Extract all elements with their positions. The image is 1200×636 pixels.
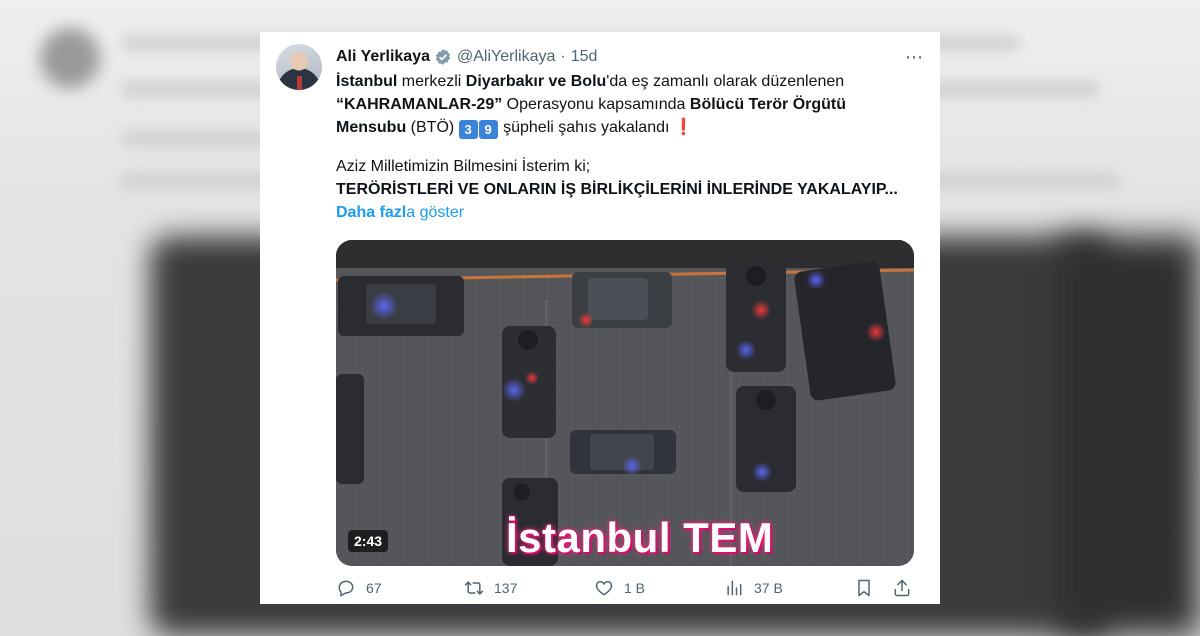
share-button[interactable] bbox=[892, 578, 922, 598]
keycap-three-emoji: 3 bbox=[458, 120, 478, 139]
vehicle bbox=[502, 326, 556, 438]
vehicle bbox=[570, 430, 676, 476]
views-icon bbox=[727, 580, 742, 596]
tweet-actions: 67 137 1 B 37 B bbox=[336, 578, 914, 604]
bookmark-icon bbox=[858, 579, 870, 597]
like-button[interactable]: 1 B bbox=[594, 578, 645, 598]
retweet-count: 137 bbox=[494, 580, 518, 596]
vehicle bbox=[338, 276, 464, 336]
avatar[interactable] bbox=[276, 44, 322, 90]
more-options-icon[interactable]: ⋯ bbox=[905, 47, 924, 68]
tweet-text: İstanbul merkezli Diyarbakır ve Bolu'da … bbox=[336, 70, 916, 224]
video-player[interactable]: 2:43 İstanbul TEM bbox=[336, 240, 914, 566]
tweet-card: Ali Yerlikaya @AliYerlikaya · 15d ⋯ İsta… bbox=[260, 32, 940, 604]
tweet-line: İstanbul merkezli Diyarbakır ve Bolu'da … bbox=[336, 70, 916, 93]
text-segment: merkezli bbox=[397, 73, 466, 90]
author-handle[interactable]: @AliYerlikaya bbox=[457, 48, 555, 66]
reply-count: 67 bbox=[366, 580, 382, 596]
blurred-video-edge bbox=[1060, 236, 1200, 636]
tweet-timestamp[interactable]: 15d bbox=[571, 48, 598, 66]
like-count: 1 B bbox=[624, 580, 646, 596]
text-segment: şüpheli şahıs yakalandı bbox=[498, 119, 674, 136]
vehicle bbox=[794, 261, 896, 401]
show-more-rest: a göster bbox=[406, 204, 465, 221]
show-more-link[interactable]: Daha fazla göster bbox=[336, 201, 916, 224]
reply-icon bbox=[338, 580, 354, 597]
tweet-line: Mensubu (BTÖ) 39 şüpheli şahıs yakalandı… bbox=[336, 116, 916, 139]
views-count: 37 B bbox=[754, 580, 783, 596]
keycap-nine-emoji: 9 bbox=[478, 120, 498, 139]
text-segment: Operasyonu kapsamında bbox=[502, 96, 690, 113]
vehicle bbox=[336, 374, 364, 484]
tweet-header: Ali Yerlikaya @AliYerlikaya · 15d ⋯ bbox=[336, 46, 924, 68]
views-button[interactable]: 37 B bbox=[724, 578, 783, 598]
retweet-icon bbox=[464, 581, 484, 595]
retweet-button[interactable]: 137 bbox=[464, 578, 517, 598]
tweet-line: “KAHRAMANLAR-29” Operasyonu kapsamında B… bbox=[336, 93, 916, 116]
heart-icon bbox=[595, 580, 613, 596]
separator-dot: · bbox=[560, 48, 566, 65]
text-segment: 'da eş zamanlı olarak düzenlenen bbox=[606, 73, 845, 90]
text-bold: İstanbul bbox=[336, 73, 398, 90]
vehicle bbox=[572, 272, 672, 328]
vehicle bbox=[736, 386, 796, 492]
verified-badge-icon bbox=[435, 49, 451, 65]
text-bold: Bölücü Terör Örgütü bbox=[689, 96, 847, 113]
tweet-line: TERÖRİSTLERİ VE ONLARIN İŞ BİRLİKÇİLERİN… bbox=[336, 181, 898, 198]
text-bold: “KAHRAMANLAR-29” bbox=[336, 96, 503, 113]
author-name[interactable]: Ali Yerlikaya bbox=[336, 48, 430, 66]
share-icon bbox=[894, 579, 910, 597]
tweet-line: Aziz Milletimizin Bilmesini İsterim ki; bbox=[336, 158, 591, 175]
exclamation-icon: ❗ bbox=[673, 119, 694, 136]
text-bold: Diyarbakır ve Bolu bbox=[465, 73, 607, 90]
text-segment: (BTÖ) bbox=[406, 119, 459, 136]
video-caption: İstanbul TEM bbox=[506, 514, 774, 561]
vehicle bbox=[726, 262, 786, 372]
text-bold: Mensubu bbox=[336, 119, 407, 136]
blurred-avatar bbox=[40, 28, 100, 88]
reply-button[interactable]: 67 bbox=[336, 578, 382, 598]
video-duration: 2:43 bbox=[348, 530, 389, 552]
bookmark-button[interactable] bbox=[854, 578, 884, 598]
show-more-bold: Daha fazl bbox=[336, 204, 407, 221]
